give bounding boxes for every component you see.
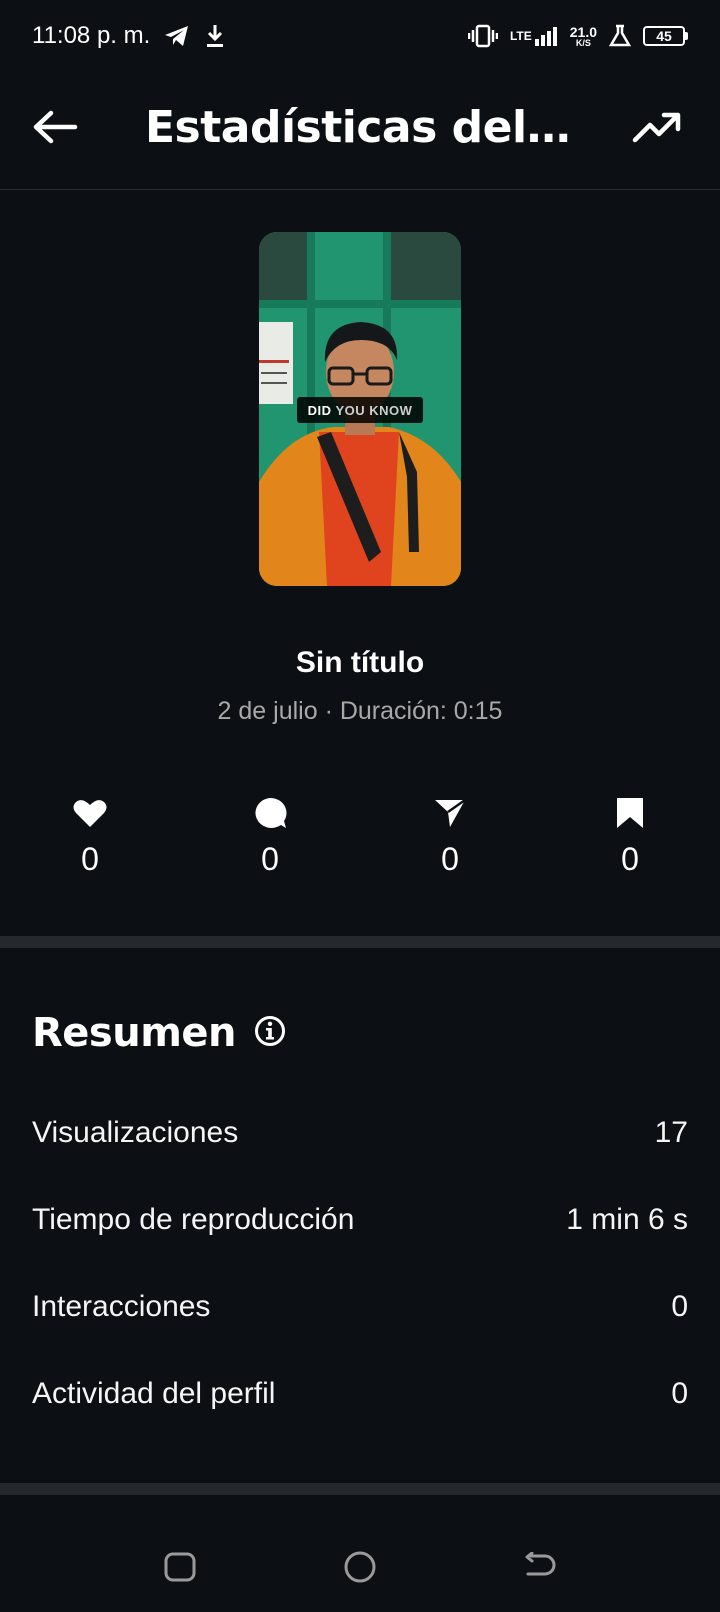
comments-stat: 0 [210, 795, 330, 878]
summary-value: 1 min 6 s [566, 1203, 688, 1236]
page-title: Estadísticas del re... [145, 102, 585, 153]
likes-stat: 0 [30, 795, 150, 878]
summary-row-views[interactable]: Visualizaciones 17 [32, 1113, 688, 1153]
summary-row-watch-time[interactable]: Tiempo de reproducción 1 min 6 s [32, 1200, 688, 1240]
summary-label: Interacciones [32, 1290, 211, 1323]
summary-value: 17 [654, 1116, 688, 1149]
engagement-stats: 0 0 0 0 [0, 795, 720, 885]
nav-back-button[interactable] [520, 1547, 560, 1587]
lte-label: LTE [509, 29, 532, 43]
thumbnail-caption: DID YOU KNOW [297, 397, 423, 423]
flask-icon [609, 24, 631, 48]
status-bar: 11:08 p. m. LTE 21.0 K/S 45 [0, 0, 720, 72]
status-right: LTE 21.0 K/S 45 [467, 23, 688, 48]
vibrate-icon [467, 24, 498, 48]
signal-icon: LTE [510, 25, 558, 47]
recents-button[interactable] [160, 1547, 200, 1587]
section-divider [0, 1483, 720, 1495]
share-icon [434, 795, 466, 831]
battery-level: 45 [656, 28, 672, 44]
back-button[interactable] [30, 102, 80, 152]
shares-count: 0 [441, 841, 459, 877]
comments-count: 0 [261, 841, 279, 877]
likes-count: 0 [81, 841, 99, 877]
network-speed: 21.0 K/S [569, 23, 597, 48]
status-left: 11:08 p. m. [32, 22, 226, 50]
reel-meta: 2 de julio · Duración: 0:15 [217, 697, 503, 725]
telegram-icon [164, 24, 190, 48]
shares-stat: 0 [390, 795, 510, 878]
info-icon[interactable] [254, 1015, 286, 1052]
saves-stat: 0 [570, 795, 690, 878]
summary-row-profile-activity[interactable]: Actividad del perfil 0 [32, 1374, 688, 1414]
heart-icon [73, 795, 107, 831]
arrow-left-icon [33, 110, 78, 144]
back-icon [525, 1552, 556, 1576]
summary-label: Actividad del perfil [32, 1377, 276, 1410]
reel-thumbnail[interactable]: DID YOU KNOW [259, 232, 461, 586]
battery-icon: 45 [643, 26, 688, 46]
reel-title: Sin título [295, 646, 425, 679]
summary-row-interactions[interactable]: Interacciones 0 [32, 1287, 688, 1327]
status-time: 11:08 p. m. [32, 22, 151, 49]
trending-up-icon [632, 112, 681, 143]
header: Estadísticas del re... [0, 72, 720, 190]
summary-label: Tiempo de reproducción [32, 1203, 355, 1236]
download-icon [204, 23, 226, 49]
section-divider [0, 936, 720, 948]
summary-header: Resumen [32, 1010, 286, 1056]
system-nav-bar [0, 1495, 720, 1612]
home-button[interactable] [340, 1547, 380, 1587]
saves-count: 0 [621, 841, 639, 877]
home-icon [344, 1551, 376, 1583]
summary-title: Resumen [32, 1010, 237, 1056]
summary-label: Visualizaciones [32, 1116, 239, 1149]
recents-icon [164, 1552, 196, 1582]
trends-button[interactable] [630, 102, 684, 152]
summary-value: 0 [671, 1377, 688, 1410]
bookmark-icon [616, 795, 644, 831]
summary-value: 0 [671, 1290, 688, 1323]
comment-icon [253, 795, 287, 831]
